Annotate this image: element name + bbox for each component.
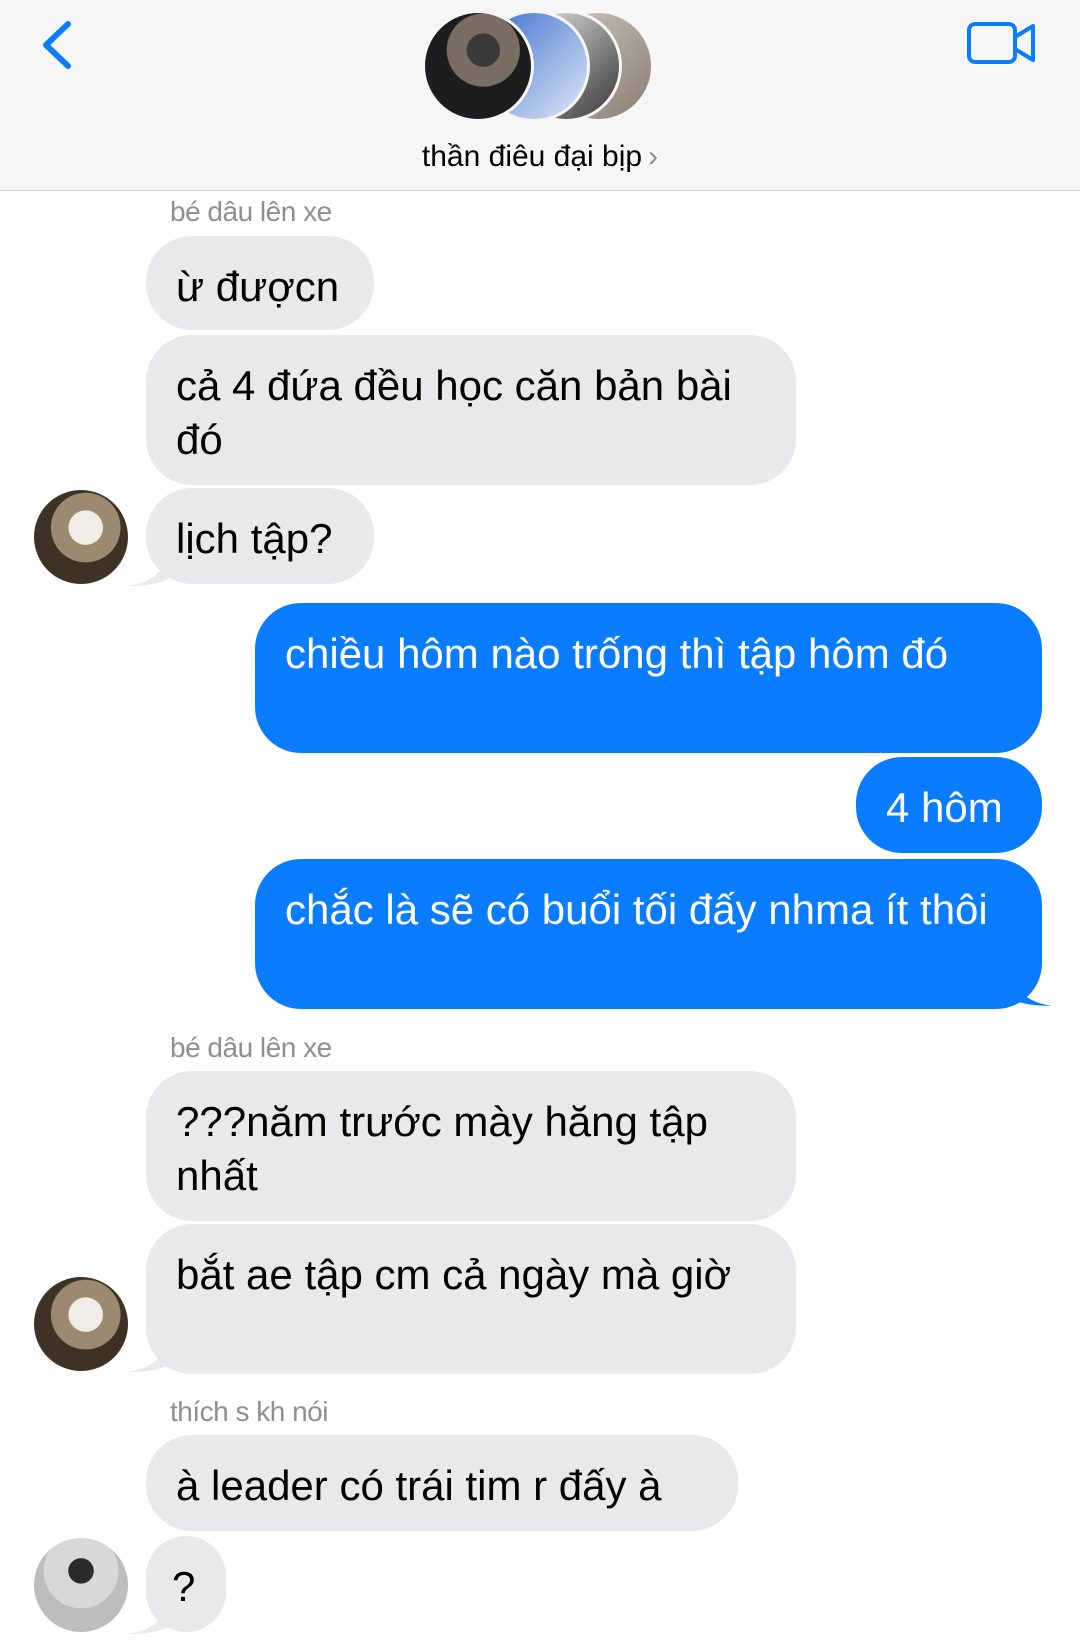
group-name-button[interactable]: thần điêu đại bịp › [0, 140, 1080, 174]
conversation-header: thần điêu đại bịp › [0, 0, 1080, 191]
message-bubble-outgoing[interactable]: chiều hôm nào trống thì tập hôm đó [255, 603, 1042, 753]
member-avatar [422, 10, 534, 122]
avatar[interactable] [34, 1277, 128, 1371]
message-bubble-incoming[interactable]: à leader có trái tim r đấy à [146, 1435, 738, 1531]
group-name: thần điêu đại bịp [421, 140, 643, 173]
video-camera-icon [967, 22, 1035, 64]
message-bubble-outgoing[interactable]: chắc là sẽ có buổi tối đấy nhma ít thôi [255, 859, 1042, 1009]
message-bubble-outgoing[interactable]: 4 hôm [856, 757, 1042, 853]
chevron-left-icon [43, 21, 71, 69]
message-bubble-incoming[interactable]: cả 4 đứa đều học căn bản bài đó [146, 335, 796, 485]
avatar[interactable] [34, 490, 128, 584]
message-bubble-incoming[interactable]: bắt ae tập cm cả ngày mà giờ [146, 1224, 796, 1374]
message-bubble-incoming[interactable]: ???năm trước mày hăng tập nhất [146, 1071, 796, 1221]
group-avatar-stack[interactable] [422, 10, 658, 122]
message-bubble-incoming[interactable]: lịch tập? [146, 488, 374, 584]
sender-name: thích s kh nói [170, 1396, 328, 1427]
video-call-button[interactable] [966, 18, 1038, 68]
chevron-right-icon: › [648, 140, 659, 173]
message-bubble-incoming[interactable]: ừ đượcn [146, 236, 374, 330]
back-button[interactable] [38, 18, 78, 72]
avatar[interactable] [34, 1538, 128, 1632]
message-bubble-incoming[interactable]: ? [146, 1536, 226, 1632]
sender-name: bé dâu lên xe [170, 1032, 332, 1063]
sender-name: bé dâu lên xe [170, 196, 332, 227]
